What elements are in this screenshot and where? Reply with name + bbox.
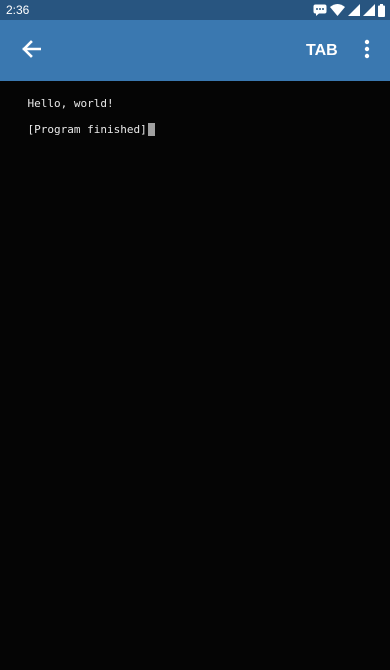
- status-time: 2:36: [6, 3, 30, 17]
- arrow-left-icon: [21, 39, 42, 63]
- overflow-menu-button[interactable]: [356, 36, 378, 66]
- more-vert-icon: [364, 39, 370, 64]
- wifi-icon: [330, 4, 345, 16]
- terminal-line: [Program finished]: [1, 110, 155, 149]
- terminal-cursor: [147, 123, 155, 136]
- status-icons: [313, 3, 385, 17]
- terminal-line-text: Hello, world!: [27, 97, 114, 110]
- terminal-line-text: [Program finished]: [27, 123, 147, 136]
- back-button[interactable]: [14, 36, 48, 66]
- status-bar: 2:36: [0, 0, 390, 20]
- tab-button[interactable]: TAB: [296, 38, 348, 64]
- terminal-output[interactable]: Hello, world! [Program finished]: [0, 81, 390, 670]
- signal-icon: [348, 4, 360, 16]
- battery-icon: [378, 3, 385, 17]
- message-icon: [313, 4, 327, 16]
- signal-icon: [363, 4, 375, 16]
- app-bar: TAB: [0, 20, 390, 81]
